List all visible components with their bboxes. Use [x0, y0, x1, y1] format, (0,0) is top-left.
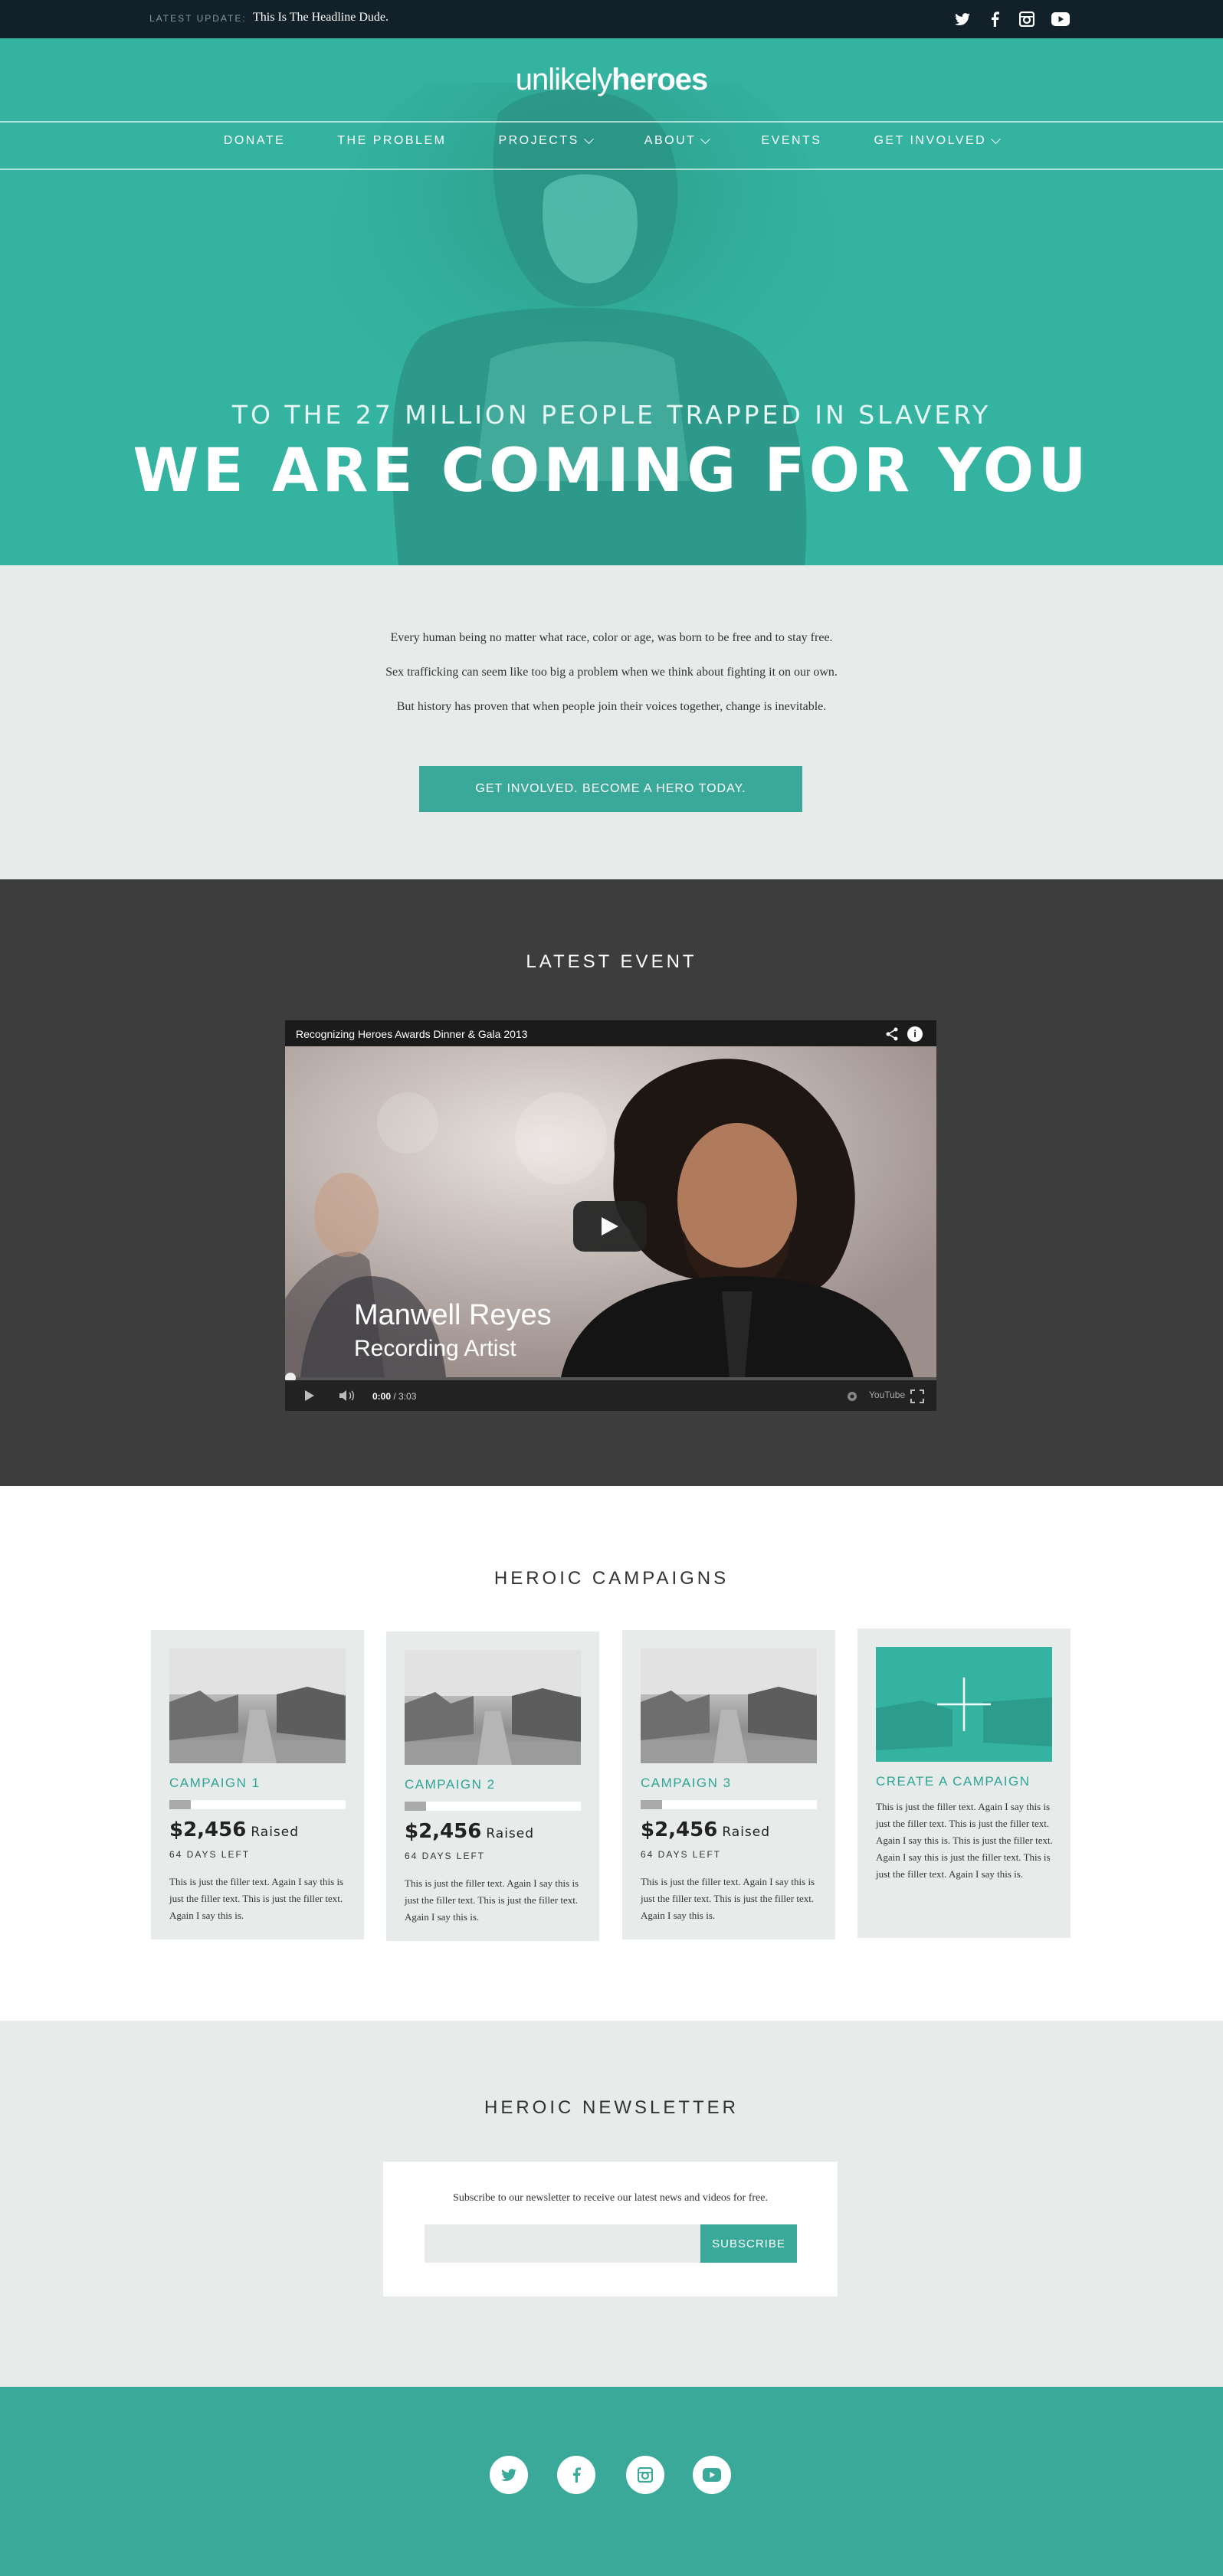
- play-icon[interactable]: [303, 1389, 316, 1402]
- share-icon[interactable]: [884, 1026, 900, 1042]
- nav-item-donate[interactable]: DONATE: [224, 134, 285, 148]
- newsletter-title: HEROIC NEWSLETTER: [484, 2097, 739, 2118]
- campaign-description: This is just the filler text. Again I sa…: [641, 1876, 815, 1921]
- campaign-card[interactable]: CAMPAIGN 1 $2,456 Raised 64 DAYS LEFT Thi…: [151, 1630, 364, 1939]
- newsletter-text: Subscribe to our newsletter to receive o…: [453, 2192, 768, 2204]
- nav-item-get-involved[interactable]: GET INVOLVED: [874, 133, 1002, 148]
- nav-item-the-problem[interactable]: THE PROBLEM: [337, 134, 446, 148]
- get-involved-button[interactable]: GET INVOLVED. BECOME A HERO TODAY.: [419, 766, 802, 812]
- campaign-image[interactable]: [169, 1648, 346, 1763]
- video-title[interactable]: Recognizing Heroes Awards Dinner & Gala …: [296, 1028, 527, 1040]
- video-player[interactable]: Recognizing Heroes Awards Dinner & Gala …: [285, 1020, 936, 1411]
- youtube-icon[interactable]: [693, 2456, 731, 2494]
- video-controls: 0:00 / 3:03 YouTube: [285, 1380, 936, 1411]
- intro-line-1: Every human being no matter what race, c…: [390, 631, 833, 644]
- fullscreen-icon[interactable]: [910, 1389, 924, 1403]
- campaign-card[interactable]: CAMPAIGN 2 $2,456 Raised 64 DAYS LEFT Thi…: [386, 1632, 599, 1941]
- campaign-image[interactable]: [405, 1650, 581, 1765]
- nav-item-about[interactable]: ABOUT: [644, 133, 711, 148]
- latest-update-label: LATEST UPDATE:: [149, 13, 247, 24]
- top-bar: LATEST UPDATE: This Is The Headline Dude…: [0, 0, 1223, 38]
- campaign-name[interactable]: CAMPAIGN 1: [169, 1776, 261, 1791]
- newsletter-email-input[interactable]: [425, 2224, 700, 2263]
- hero-section: unlikelyheroes DONATE THE PROBLEM PROJEC…: [0, 38, 1223, 565]
- chevron-down-icon: [991, 133, 1002, 144]
- campaign-description: This is just the filler text. Again I sa…: [169, 1876, 344, 1921]
- campaign-amount: $2,456 Raised: [641, 1818, 771, 1841]
- intro-section: Every human being no matter what race, c…: [0, 565, 1223, 879]
- twitter-icon[interactable]: [490, 2456, 528, 2494]
- latest-event-title: LATEST EVENT: [526, 951, 697, 972]
- newsletter-box: Subscribe to our newsletter to receive o…: [383, 2162, 838, 2296]
- campaign-days-left: 64 DAYS LEFT: [641, 1849, 722, 1860]
- create-campaign-card[interactable]: CREATE A CAMPAIGN This is just the fille…: [857, 1628, 1071, 1938]
- volume-icon[interactable]: [339, 1389, 356, 1402]
- campaign-progress-fill: [641, 1800, 662, 1809]
- speaker-role: Recording Artist: [354, 1336, 516, 1361]
- play-icon: [602, 1217, 618, 1236]
- campaign-progress-fill: [405, 1802, 426, 1811]
- campaign-days-left: 64 DAYS LEFT: [405, 1851, 486, 1861]
- nav-bottom-divider: [0, 169, 1223, 170]
- campaign-image[interactable]: [641, 1648, 817, 1763]
- facebook-icon[interactable]: [557, 2456, 595, 2494]
- video-frame[interactable]: Manwell Reyes Recording Artist: [285, 1046, 936, 1377]
- create-campaign-description: This is just the filler text. Again I sa…: [876, 1801, 1053, 1880]
- campaign-card[interactable]: CAMPAIGN 3 $2,456 Raised 64 DAYS LEFT Thi…: [622, 1630, 835, 1939]
- main-nav: DONATE THE PROBLEM PROJECTS ABOUT EVENTS…: [0, 121, 1223, 161]
- intro-line-2: Sex trafficking can seem like too big a …: [385, 666, 838, 679]
- footer: [0, 2387, 1223, 2576]
- campaign-progress-bar: [405, 1802, 581, 1811]
- latest-update-headline[interactable]: This Is The Headline Dude.: [253, 11, 389, 25]
- campaign-amount: $2,456 Raised: [169, 1818, 300, 1841]
- create-campaign-label[interactable]: CREATE A CAMPAIGN: [876, 1774, 1031, 1789]
- campaigns-title: HEROIC CAMPAIGNS: [493, 1568, 730, 1589]
- site-logo[interactable]: unlikelyheroes: [0, 63, 1223, 97]
- campaign-progress-fill: [169, 1800, 191, 1809]
- campaign-amount: $2,456 Raised: [405, 1820, 535, 1843]
- nav-item-events[interactable]: EVENTS: [761, 134, 821, 148]
- youtube-logo[interactable]: YouTube: [869, 1389, 905, 1400]
- hero-subtitle: TO THE 27 MILLION PEOPLE TRAPPED IN SLAV…: [231, 400, 992, 430]
- settings-icon[interactable]: [846, 1390, 858, 1403]
- campaign-progress-bar: [641, 1800, 817, 1809]
- video-time: 0:00 / 3:03: [372, 1391, 417, 1402]
- chevron-down-icon: [700, 133, 711, 144]
- campaign-progress-bar: [169, 1800, 346, 1809]
- nav-item-projects[interactable]: PROJECTS: [498, 133, 594, 148]
- campaign-name[interactable]: CAMPAIGN 3: [641, 1776, 732, 1791]
- instagram-icon[interactable]: [1017, 9, 1037, 29]
- twitter-icon[interactable]: [952, 9, 972, 29]
- campaign-name[interactable]: CAMPAIGN 2: [405, 1777, 496, 1792]
- info-icon[interactable]: i: [907, 1026, 923, 1042]
- create-campaign-image[interactable]: [876, 1647, 1052, 1762]
- intro-line-3: But history has proven that when people …: [396, 700, 827, 713]
- play-button[interactable]: [573, 1201, 647, 1252]
- campaign-description: This is just the filler text. Again I sa…: [405, 1877, 579, 1923]
- youtube-icon[interactable]: [1051, 9, 1071, 29]
- subscribe-button[interactable]: SUBSCRIBE: [700, 2224, 797, 2263]
- instagram-icon[interactable]: [626, 2456, 664, 2494]
- speaker-name: Manwell Reyes: [354, 1299, 552, 1331]
- chevron-down-icon: [583, 133, 594, 144]
- facebook-icon[interactable]: [985, 9, 1005, 29]
- hero-title: WE ARE COMING FOR YOU: [133, 437, 1090, 506]
- campaign-days-left: 64 DAYS LEFT: [169, 1849, 251, 1860]
